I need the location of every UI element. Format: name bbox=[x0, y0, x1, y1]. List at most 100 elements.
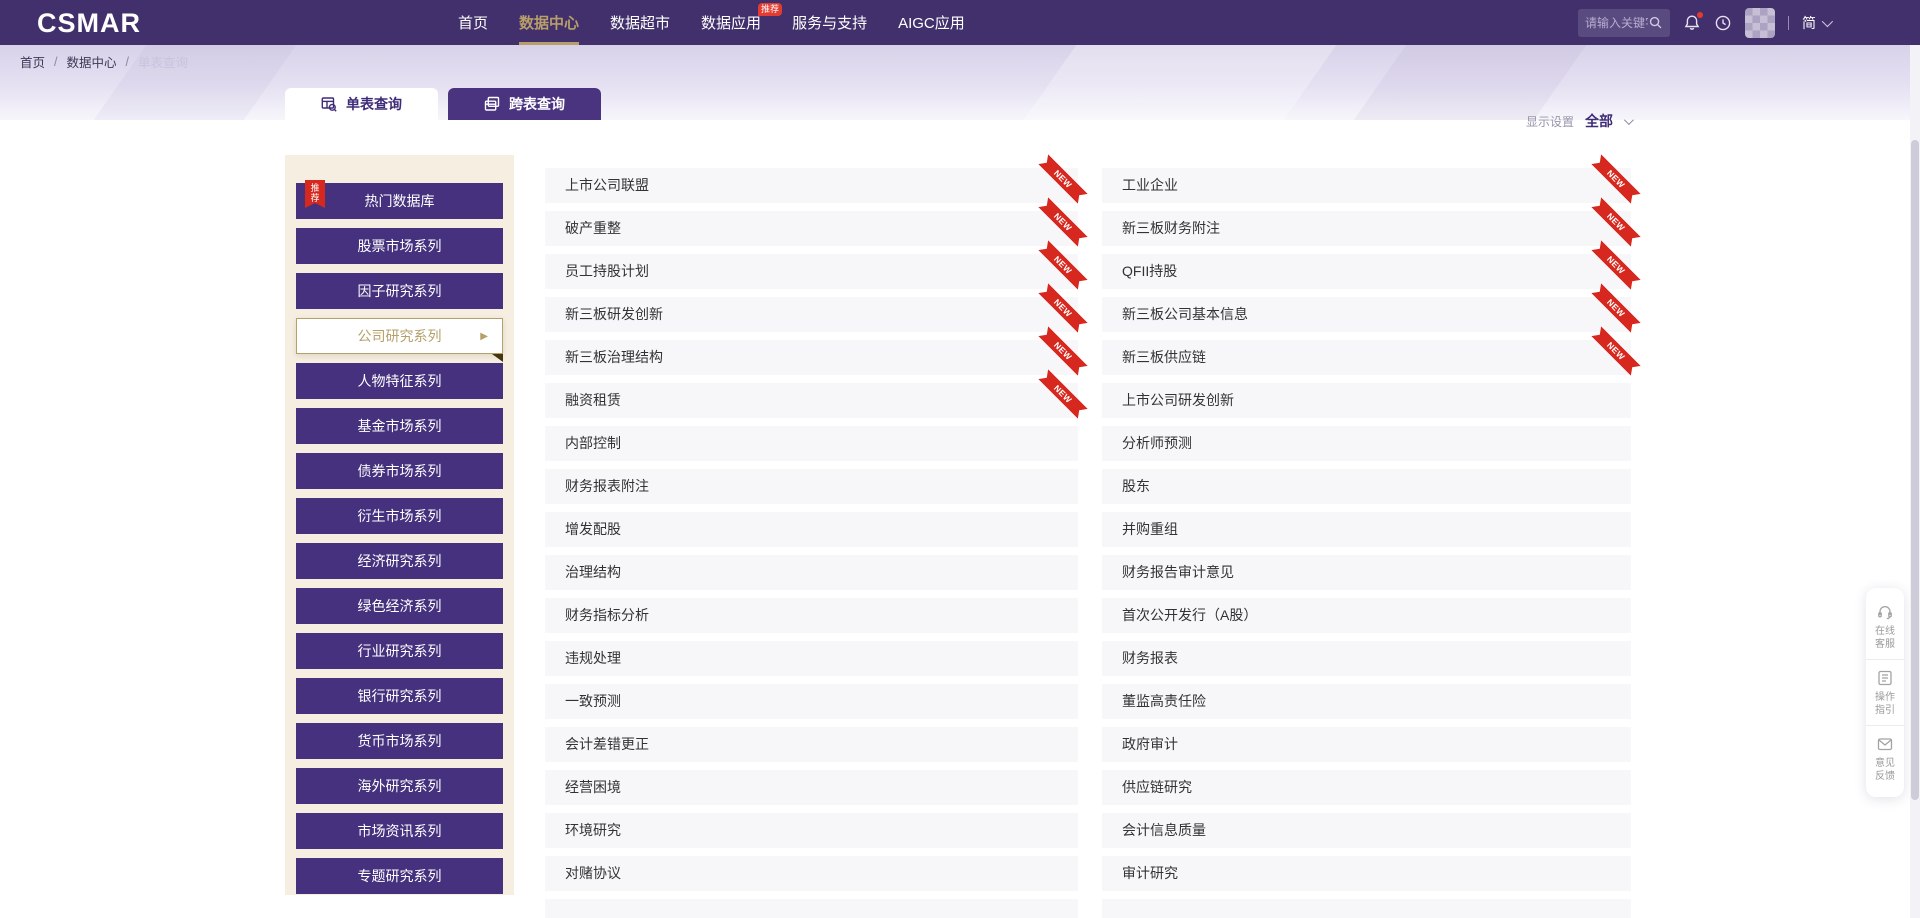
sidebar-category-item[interactable]: 货币市场系列 bbox=[296, 723, 503, 759]
guide-icon bbox=[1876, 669, 1894, 687]
sidebar-category-item[interactable]: 公司研究系列 ▶ bbox=[296, 318, 503, 354]
database-row-label: 会计信息质量 bbox=[1102, 813, 1631, 848]
sidebar-category-item[interactable]: 因子研究系列 bbox=[296, 273, 503, 309]
database-row[interactable]: 环境研究 bbox=[545, 813, 1078, 848]
search-icon[interactable] bbox=[1648, 15, 1663, 30]
database-row[interactable]: 股东 bbox=[1102, 469, 1631, 504]
sidebar-category-item[interactable]: 市场资讯系列 bbox=[296, 813, 503, 849]
page-scrollbar[interactable] bbox=[1910, 45, 1920, 918]
database-row[interactable]: 财务指标分析 bbox=[545, 598, 1078, 633]
database-list-right: 工业企业 NEW 新三板财务附注 NEW QFII持股 NEW 新三板公司基本信… bbox=[1102, 168, 1631, 918]
database-row-label: 上市公司联盟 bbox=[545, 168, 1078, 203]
database-row-label: 财务指标分析 bbox=[545, 598, 1078, 633]
database-row[interactable]: 一致预测 bbox=[545, 684, 1078, 719]
sidebar-item-label: 银行研究系列 bbox=[358, 686, 442, 706]
float-item-label: 操作指引 bbox=[1874, 691, 1897, 717]
feedback-icon bbox=[1876, 735, 1894, 753]
database-row[interactable]: 工业企业 NEW bbox=[1102, 168, 1631, 203]
query-tab[interactable]: 单表查询 bbox=[285, 88, 438, 120]
database-row[interactable]: 治理结构 bbox=[545, 555, 1078, 590]
database-row[interactable]: 会计差错更正 bbox=[545, 727, 1078, 762]
float-item-label: 在线客服 bbox=[1874, 625, 1897, 651]
sidebar-item-label: 因子研究系列 bbox=[358, 281, 442, 301]
database-row[interactable]: 新三板供应链 NEW bbox=[1102, 340, 1631, 375]
database-row[interactable]: 供应链研究 bbox=[1102, 770, 1631, 805]
sidebar-category-item[interactable]: 海外研究系列 bbox=[296, 768, 503, 804]
history-icon[interactable] bbox=[1714, 14, 1732, 32]
sidebar-item-label: 热门数据库 bbox=[365, 191, 435, 211]
database-row[interactable]: 首次公开发行（A股） bbox=[1102, 598, 1631, 633]
nav-item-label: 数据中心 bbox=[519, 12, 579, 33]
breadcrumb-item[interactable]: 首页 bbox=[20, 52, 45, 71]
nav-item-label: 服务与支持 bbox=[792, 12, 867, 33]
header-search-box[interactable] bbox=[1578, 9, 1670, 37]
nav-item-label: AIGC应用 bbox=[898, 12, 965, 33]
database-row-label: 治理结构 bbox=[545, 555, 1078, 590]
csmar-logo[interactable]: CSMAR bbox=[37, 8, 141, 39]
database-row[interactable]: 新三板财务附注 NEW bbox=[1102, 211, 1631, 246]
nav-item[interactable]: AIGC应用 bbox=[898, 0, 965, 45]
scrollbar-thumb[interactable] bbox=[1911, 140, 1919, 800]
display-settings-value[interactable]: 全部 bbox=[1585, 111, 1613, 131]
category-sidebar: 推荐 热门数据库 股票市场系列 因子研究系列 公司研究系列 ▶ 人物特征系列 基… bbox=[285, 155, 514, 895]
nav-item[interactable]: 数据中心 bbox=[519, 0, 579, 45]
feedback-button[interactable]: 意见反馈 bbox=[1866, 725, 1904, 791]
sidebar-category-item[interactable]: 行业研究系列 bbox=[296, 633, 503, 669]
query-tabs: 单表查询 跨表查询 bbox=[285, 88, 601, 120]
database-row[interactable]: 员工持股计划 NEW bbox=[545, 254, 1078, 289]
database-row[interactable]: 新三板公司基本信息 NEW bbox=[1102, 297, 1631, 332]
sidebar-category-item[interactable]: 专题研究系列 bbox=[296, 858, 503, 894]
nav-item[interactable]: 数据应用 推荐 bbox=[701, 0, 761, 45]
search-input[interactable] bbox=[1585, 16, 1648, 30]
sidebar-category-item[interactable]: 经济研究系列 bbox=[296, 543, 503, 579]
database-row[interactable]: 融资租赁 NEW bbox=[545, 383, 1078, 418]
sidebar-category-item[interactable]: 衍生市场系列 bbox=[296, 498, 503, 534]
database-row[interactable]: 董监高责任险 bbox=[1102, 684, 1631, 719]
database-row[interactable]: 经营困境 bbox=[545, 770, 1078, 805]
database-row[interactable]: 分析师预测 bbox=[1102, 426, 1631, 461]
database-row[interactable]: 政府审计 bbox=[1102, 727, 1631, 762]
user-avatar[interactable] bbox=[1745, 8, 1775, 38]
online-service-button[interactable]: 在线客服 bbox=[1866, 594, 1904, 659]
database-row[interactable]: 内部控制 bbox=[545, 426, 1078, 461]
nav-item[interactable]: 数据超市 bbox=[610, 0, 670, 45]
sidebar-category-item[interactable]: 人物特征系列 bbox=[296, 363, 503, 399]
database-row[interactable]: 上市公司联盟 NEW bbox=[545, 168, 1078, 203]
database-row[interactable]: 破产重整 NEW bbox=[545, 211, 1078, 246]
notification-bell-icon[interactable] bbox=[1683, 14, 1701, 32]
sidebar-category-item[interactable]: 推荐 热门数据库 bbox=[296, 183, 503, 219]
query-tab[interactable]: 跨表查询 bbox=[448, 88, 601, 120]
database-row[interactable]: 会计信息质量 bbox=[1102, 813, 1631, 848]
database-row-label: 违规处理 bbox=[545, 641, 1078, 676]
breadcrumb-item[interactable]: 数据中心 bbox=[67, 52, 117, 71]
sidebar-item-label: 公司研究系列 bbox=[358, 326, 442, 346]
database-row[interactable]: 违规处理 bbox=[545, 641, 1078, 676]
database-row[interactable]: 上市公司研发创新 bbox=[1102, 383, 1631, 418]
database-row-label: 财务报表 bbox=[1102, 641, 1631, 676]
database-row-label: 经营困境 bbox=[545, 770, 1078, 805]
database-row[interactable]: 财务报表附注 bbox=[545, 469, 1078, 504]
database-row[interactable]: 审计研究 bbox=[1102, 856, 1631, 891]
database-row[interactable]: 财务报告审计意见 bbox=[1102, 555, 1631, 590]
sidebar-item-label: 经济研究系列 bbox=[358, 551, 442, 571]
database-row[interactable]: 增发配股 bbox=[545, 512, 1078, 547]
database-row-label: 财务报告审计意见 bbox=[1102, 555, 1631, 590]
database-row[interactable]: 并购重组 bbox=[1102, 512, 1631, 547]
sidebar-category-item[interactable]: 债券市场系列 bbox=[296, 453, 503, 489]
database-row[interactable]: 新三板研发创新 NEW bbox=[545, 297, 1078, 332]
language-switcher[interactable]: 简 bbox=[1802, 13, 1830, 33]
nav-item[interactable]: 服务与支持 bbox=[792, 0, 867, 45]
sidebar-item-label: 衍生市场系列 bbox=[358, 506, 442, 526]
database-row[interactable]: 对赌协议 bbox=[545, 856, 1078, 891]
nav-item[interactable]: 首页 bbox=[458, 0, 488, 45]
database-row[interactable]: 新三板治理结构 NEW bbox=[545, 340, 1078, 375]
sidebar-category-item[interactable]: 股票市场系列 bbox=[296, 228, 503, 264]
database-row[interactable]: 财务报表 bbox=[1102, 641, 1631, 676]
database-row-label: 股东 bbox=[1102, 469, 1631, 504]
database-row bbox=[1102, 899, 1631, 918]
database-row[interactable]: QFII持股 NEW bbox=[1102, 254, 1631, 289]
sidebar-category-item[interactable]: 绿色经济系列 bbox=[296, 588, 503, 624]
sidebar-category-item[interactable]: 基金市场系列 bbox=[296, 408, 503, 444]
sidebar-category-item[interactable]: 银行研究系列 bbox=[296, 678, 503, 714]
operation-guide-button[interactable]: 操作指引 bbox=[1866, 659, 1904, 725]
